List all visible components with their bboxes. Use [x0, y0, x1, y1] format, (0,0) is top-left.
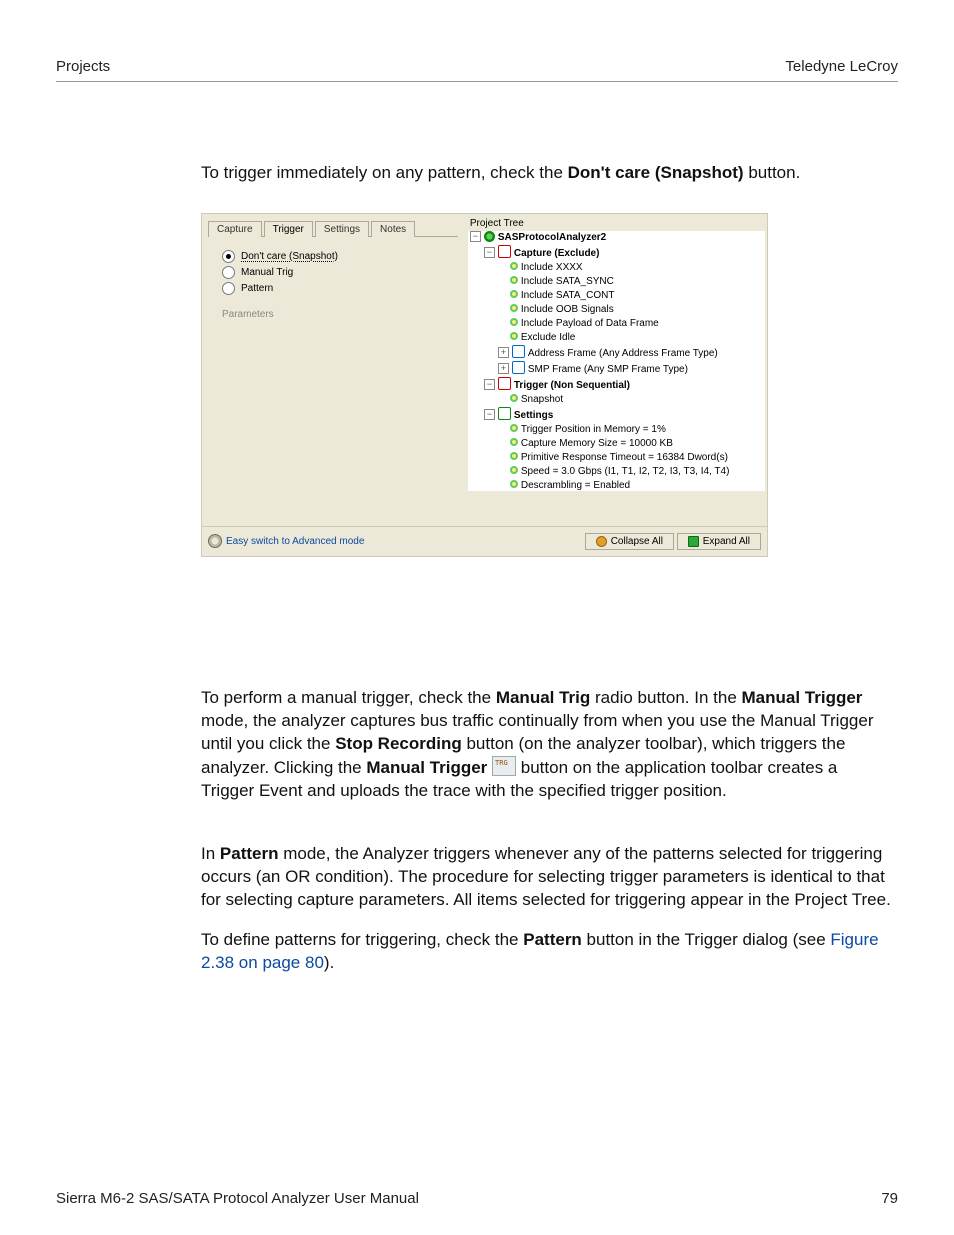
paragraph-3: In Pattern mode, the Analyzer triggers w…: [201, 843, 891, 912]
leaf-icon: [510, 394, 518, 402]
radio-icon: [222, 266, 235, 279]
manual-trigger-icon: [492, 756, 516, 776]
leaf-icon: [510, 452, 518, 460]
page-number: 79: [881, 1190, 898, 1207]
folder-icon: [512, 361, 525, 374]
expand-all-button[interactable]: Expand All: [677, 533, 761, 550]
folder-icon: [498, 407, 511, 420]
paragraph-2: To perform a manual trigger, check the M…: [201, 687, 891, 803]
radio-dont-care[interactable]: Don't care (Snapshot): [222, 250, 452, 263]
folder-icon: [498, 377, 511, 390]
leaf-icon: [510, 262, 518, 270]
advanced-mode-link[interactable]: Easy switch to Advanced mode: [208, 534, 364, 548]
leaf-icon: [510, 290, 518, 298]
header-left: Projects: [56, 58, 110, 75]
collapse-icon: [596, 536, 607, 547]
parameters-label: Parameters: [222, 309, 452, 320]
radio-manual-trig[interactable]: Manual Trig: [222, 266, 452, 279]
radio-icon: [222, 250, 235, 263]
leaf-icon: [510, 318, 518, 326]
gear-icon: [208, 534, 222, 548]
paragraph-1: To trigger immediately on any pattern, c…: [201, 162, 891, 185]
screenshot: Capture Trigger Settings Notes Don't car…: [201, 213, 768, 557]
footer-left: Sierra M6-2 SAS/SATA Protocol Analyzer U…: [56, 1190, 419, 1207]
leaf-icon: [510, 304, 518, 312]
radio-pattern[interactable]: Pattern: [222, 282, 452, 295]
leaf-icon: [510, 480, 518, 488]
tab-settings[interactable]: Settings: [315, 221, 369, 237]
leaf-icon: [510, 424, 518, 432]
project-tree: −SASProtocolAnalyzer2 −Capture (Exclude)…: [468, 231, 765, 491]
gear-icon: [484, 231, 495, 242]
header-right: Teledyne LeCroy: [785, 58, 898, 75]
tab-trigger[interactable]: Trigger: [264, 221, 313, 237]
leaf-icon: [510, 466, 518, 474]
leaf-icon: [510, 276, 518, 284]
tab-capture[interactable]: Capture: [208, 221, 262, 237]
collapse-all-button[interactable]: Collapse All: [585, 533, 674, 550]
tab-strip: Capture Trigger Settings Notes: [208, 220, 458, 236]
project-tree-label: Project Tree: [468, 218, 765, 231]
radio-icon: [222, 282, 235, 295]
expand-icon: [688, 536, 699, 547]
tab-notes[interactable]: Notes: [371, 221, 415, 237]
folder-icon: [512, 345, 525, 358]
paragraph-4: To define patterns for triggering, check…: [201, 929, 891, 975]
folder-icon: [498, 245, 511, 258]
leaf-icon: [510, 438, 518, 446]
leaf-icon: [510, 332, 518, 340]
